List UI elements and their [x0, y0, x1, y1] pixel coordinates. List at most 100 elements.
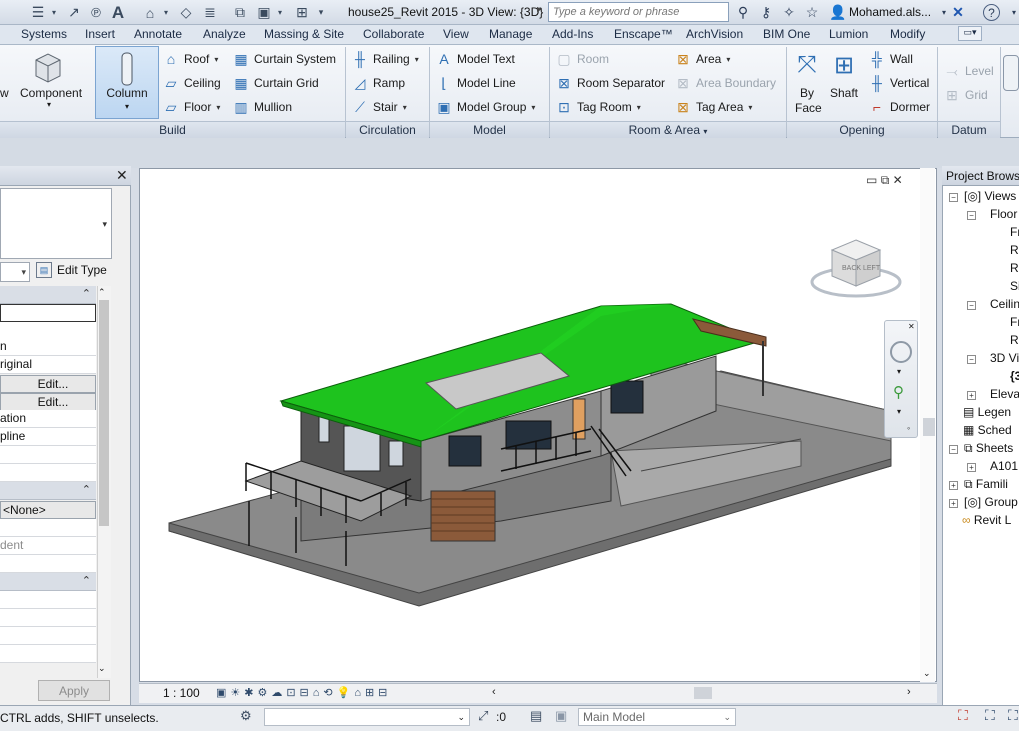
- tree-item-elevations[interactable]: Elevat: [990, 387, 1019, 401]
- collapse-icon[interactable]: −: [967, 355, 976, 364]
- scroll-left-icon[interactable]: ‹: [492, 686, 496, 698]
- tree-item-3d-views[interactable]: 3D Vi: [990, 351, 1019, 365]
- floor-button[interactable]: ▱ Floor ▾: [163, 99, 221, 115]
- user-icon[interactable]: 👤: [828, 3, 848, 22]
- viewcube[interactable]: BACK LEFT: [808, 232, 904, 302]
- tree-item[interactable]: Ro: [1010, 243, 1019, 257]
- shaft-icon[interactable]: ⊞: [829, 51, 859, 81]
- component-dropdown-icon[interactable]: ▾: [47, 100, 51, 109]
- collapse-icon[interactable]: −: [967, 211, 976, 220]
- search-expand-icon[interactable]: ▸: [537, 4, 542, 15]
- shaft-button[interactable]: Shaft: [830, 86, 858, 100]
- model-line-button[interactable]: ⌊ Model Line: [436, 75, 515, 91]
- exclude-options-icon[interactable]: ▣: [555, 708, 567, 724]
- filter-dropdown[interactable]: ▾: [0, 262, 30, 282]
- column-button[interactable]: Column ▾: [95, 46, 159, 119]
- collapse-icon[interactable]: −: [949, 193, 958, 202]
- vertical-opening-button[interactable]: ╫ Vertical: [869, 75, 929, 91]
- help-dropdown-icon[interactable]: ▾: [1004, 3, 1019, 22]
- design-option-dropdown[interactable]: Main Model ⌄: [578, 708, 736, 726]
- 3d-view-icon[interactable]: ⌂: [140, 3, 160, 22]
- tab-view[interactable]: View: [443, 27, 469, 41]
- dimension-icon[interactable]: ↗: [64, 3, 84, 22]
- wheel-dropdown-icon[interactable]: ▾: [897, 367, 901, 376]
- tag-area-button[interactable]: ⊠ Tag Area ▾: [675, 99, 752, 115]
- binoculars-icon[interactable]: ⚲: [733, 3, 753, 22]
- model-group-button[interactable]: ▣ Model Group ▾: [436, 99, 535, 115]
- edit-button[interactable]: Edit...: [0, 393, 96, 411]
- qat-dropdown-icon[interactable]: ▾: [48, 3, 60, 22]
- ceiling-button[interactable]: ▱ Ceiling: [163, 75, 221, 91]
- tab-massing-site[interactable]: Massing & Site: [264, 27, 344, 41]
- expand-icon[interactable]: +: [949, 481, 958, 490]
- select-underlay-icon[interactable]: ⛶: [985, 707, 995, 724]
- tree-item-schedules[interactable]: ▦ Sched: [963, 423, 1012, 437]
- property-group-header[interactable]: ⌃: [0, 573, 96, 591]
- navigation-bar[interactable]: ✕ ▾ ⚲ ▾ ◦: [884, 320, 918, 438]
- zoom-dropdown-icon[interactable]: ▾: [897, 407, 901, 416]
- tree-item[interactable]: Ro: [1010, 333, 1019, 347]
- curtain-grid-button[interactable]: ▦ Curtain Grid: [233, 75, 318, 91]
- scroll-down-icon[interactable]: ⌄: [98, 663, 106, 674]
- expand-icon[interactable]: +: [949, 499, 958, 508]
- tree-item-floor-plans[interactable]: Floor: [990, 207, 1017, 221]
- tab-enscape[interactable]: Enscape™: [614, 27, 673, 41]
- tab-analyze[interactable]: Analyze: [203, 27, 246, 41]
- component-icon[interactable]: [30, 50, 66, 84]
- expand-icon[interactable]: +: [967, 463, 976, 472]
- select-links-icon[interactable]: ⛶: [958, 707, 968, 724]
- edit-button[interactable]: Edit...: [0, 375, 96, 393]
- tree-item[interactable]: Fr: [1010, 315, 1019, 329]
- room-button[interactable]: ▢ Room: [556, 51, 609, 67]
- scrollbar-thumb[interactable]: [694, 687, 712, 699]
- wall-opening-button[interactable]: ╬ Wall: [869, 51, 913, 67]
- tree-item-families[interactable]: ⧉ Famili: [964, 477, 1008, 492]
- switch-windows-icon[interactable]: ▣: [254, 3, 274, 22]
- tree-item-legends[interactable]: ▤ Legen: [963, 405, 1011, 419]
- exchange-icon[interactable]: ✕: [948, 3, 968, 22]
- scroll-right-icon[interactable]: ›: [907, 686, 911, 698]
- tab-annotate[interactable]: Annotate: [134, 27, 182, 41]
- property-value-field[interactable]: [0, 304, 96, 322]
- zoom-icon[interactable]: ⚲: [893, 383, 904, 401]
- 3d-dropdown-icon[interactable]: ▾: [160, 3, 172, 22]
- property-group-header[interactable]: ⌃: [0, 286, 96, 304]
- workset-dropdown[interactable]: ⌄: [264, 708, 470, 726]
- edit-type-button[interactable]: ▤ Edit Type: [36, 262, 107, 278]
- qat-customize-icon[interactable]: ▾: [314, 3, 328, 22]
- tab-modify[interactable]: Modify: [890, 27, 925, 41]
- thin-lines-icon[interactable]: ≣: [200, 3, 220, 22]
- component-button[interactable]: Component: [20, 86, 82, 100]
- tree-item-revit-links[interactable]: ∞ Revit L: [962, 513, 1011, 527]
- tree-item[interactable]: Ro: [1010, 261, 1019, 275]
- tab-collaborate[interactable]: Collaborate: [363, 27, 424, 41]
- scrollbar-thumb[interactable]: [923, 418, 935, 436]
- minimize-icon[interactable]: ▭: [866, 173, 877, 187]
- view-control-icons[interactable]: ▣☀✱⚙☁⊡⊟⌂⟲💡⌂⊞⊟: [216, 686, 391, 699]
- roof-button[interactable]: ⌂ Roof ▾: [163, 51, 219, 67]
- select-pinned-icon[interactable]: ⛶: [1008, 707, 1018, 724]
- tab-insert[interactable]: Insert: [85, 27, 115, 41]
- dormer-button[interactable]: ⌐ Dormer: [869, 99, 930, 115]
- tab-bim-one[interactable]: BIM One: [763, 27, 810, 41]
- area-boundary-button[interactable]: ⊠ Area Boundary: [675, 75, 776, 91]
- tree-item-groups[interactable]: [◎] Group: [964, 495, 1018, 509]
- section-icon[interactable]: ◇: [176, 3, 196, 22]
- close-view-icon[interactable]: ✕: [893, 173, 903, 187]
- by-face-label-2[interactable]: Face: [795, 101, 822, 115]
- wall-button-label[interactable]: w: [0, 86, 9, 100]
- property-group-header[interactable]: ⌃: [0, 482, 96, 500]
- key-icon[interactable]: ⚷: [756, 3, 776, 22]
- tag-room-button[interactable]: ⊡ Tag Room ▾: [556, 99, 641, 115]
- level-button[interactable]: ⤙ Level: [944, 63, 993, 79]
- tab-add-ins[interactable]: Add-Ins: [552, 27, 593, 41]
- by-face-label-1[interactable]: By: [800, 86, 814, 100]
- tree-item-views[interactable]: [◎] Views: [964, 189, 1016, 203]
- subscription-icon[interactable]: ✧: [779, 3, 799, 22]
- collapse-icon[interactable]: −: [967, 301, 976, 310]
- set-workplane-icon[interactable]: [1003, 55, 1019, 91]
- scroll-down-icon[interactable]: ⌄: [923, 668, 931, 679]
- area-button[interactable]: ⊠ Area ▾: [675, 51, 730, 67]
- tree-item-ceiling-plans[interactable]: Ceilin: [990, 297, 1019, 311]
- grid-button[interactable]: ⊞ Grid: [944, 87, 988, 103]
